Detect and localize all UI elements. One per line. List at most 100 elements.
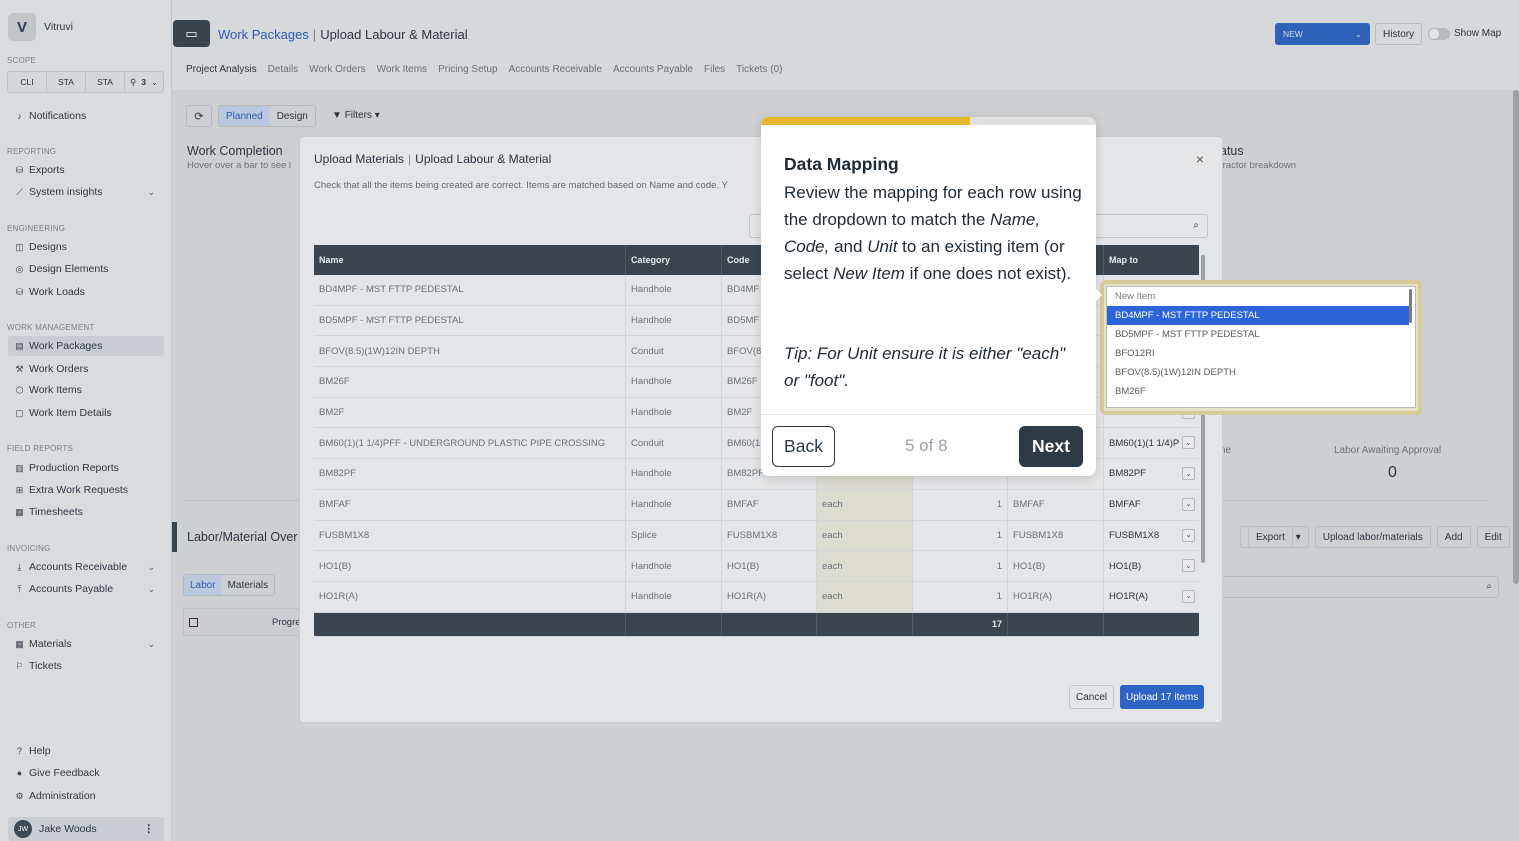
sidebar-item-system-insights[interactable]: ⟋ System insights ⌄ (15, 182, 163, 202)
modal-search-input[interactable]: ⌕ (1096, 214, 1208, 238)
sidebar-item-work-items[interactable]: ⬡ Work Items (15, 380, 163, 400)
history-button[interactable]: History (1375, 23, 1423, 45)
sidebar-item-help[interactable]: ? Help (15, 741, 163, 761)
cell-map-code: HO1(B) (1008, 551, 1104, 581)
sidebar-item-designs[interactable]: ◫ Designs (15, 237, 163, 257)
filters-button[interactable]: ▼ Filters ▾ (332, 110, 380, 121)
sidebar-item-work-loads[interactable]: ⛁ Work Loads (15, 282, 163, 302)
cell-category: Handhole (626, 581, 722, 612)
sidebar-item-notifications[interactable]: ♪ Notifications (15, 106, 163, 126)
sidebar-item-work-orders[interactable]: ⚒ Work Orders (15, 359, 163, 379)
tab-work-orders[interactable]: Work Orders (309, 64, 366, 75)
upload-labor-materials-button[interactable]: Upload labor/materials (1314, 526, 1431, 548)
scope-cli[interactable]: CLI (8, 72, 47, 92)
sidebar-item-label: Accounts Receivable (29, 561, 128, 573)
user-menu[interactable]: JW Jake Woods ⋮ (8, 817, 164, 841)
tab-accounts-payable[interactable]: Accounts Payable (613, 64, 693, 75)
chevron-down-icon[interactable]: ⌄ (1182, 467, 1195, 481)
cell-map-to[interactable]: FUSBM1X8 ⌄ (1104, 521, 1199, 551)
sidebar-item-accounts-payable[interactable]: ⤒ Accounts Payable ⌄ (15, 579, 163, 599)
section-other: OTHER (7, 621, 36, 630)
modal-title: Upload Materials | Upload Labour & Materia… (314, 152, 551, 166)
chevron-down-icon[interactable]: ⌄ (1182, 528, 1195, 542)
dropdown-option[interactable]: BFOV(8.5)(1W)12IN DEPTH (1107, 363, 1415, 382)
new-button[interactable]: NEW ⌄ (1275, 23, 1370, 45)
sidebar-item-work-packages[interactable]: ▤ Work Packages (8, 336, 164, 356)
cell-category: Splice (626, 520, 722, 551)
sidebar-item-design-elements[interactable]: ◎ Design Elements (15, 259, 163, 279)
dropdown-option[interactable]: BD4MPF - MST FTTP PEDESTAL (1107, 306, 1409, 325)
sidebar-item-administration[interactable]: ⚙ Administration (15, 786, 163, 806)
upload-items-button[interactable]: Upload 17 items (1120, 685, 1205, 709)
cancel-button[interactable]: Cancel (1069, 685, 1115, 709)
dropdown-option[interactable]: New Item (1107, 287, 1415, 306)
labor-material-actions: Export ▾ Upload labor/materials Add Edit (1240, 526, 1510, 548)
sidebar-item-tickets[interactable]: ⚐ Tickets (15, 656, 163, 676)
cell-map-to[interactable]: BMFAF ⌄ (1104, 490, 1199, 520)
dropdown-scrollbar[interactable] (1409, 289, 1412, 323)
app-brand[interactable]: V Vitruvi (8, 13, 73, 41)
select-all-checkbox[interactable] (189, 618, 198, 627)
modal-filter-input-edge[interactable] (749, 214, 761, 238)
materials-tab[interactable]: Materials (222, 575, 275, 595)
cell-map-to[interactable]: BM82PF ⌄ (1104, 459, 1199, 489)
cell-unit: each (817, 489, 913, 520)
page-scrollbar[interactable] (1513, 90, 1519, 584)
sidebar-item-extra-work-requests[interactable]: ⊞ Extra Work Requests (15, 480, 163, 500)
more-vertical-icon[interactable]: ⋮ (144, 823, 155, 835)
breadcrumb-work-packages[interactable]: Work Packages (218, 27, 309, 42)
tab-details[interactable]: Details (268, 64, 299, 75)
add-button[interactable]: Add (1436, 526, 1471, 548)
cell-quantity-text: 1 (996, 499, 1002, 511)
sidebar-item-exports[interactable]: ⛁ Exports (15, 160, 163, 180)
design-button[interactable]: Design (270, 106, 315, 126)
chevron-down-icon[interactable]: ⌄ (1182, 589, 1195, 603)
cell-name: HO1(B) (314, 551, 626, 581)
labor-search-input[interactable]: ⌕ (1222, 576, 1499, 598)
tour-next-button[interactable]: Next (1019, 426, 1083, 467)
planned-button[interactable]: Planned (219, 106, 270, 126)
cell-code-text: BM60(1 (727, 437, 761, 449)
map-to-dropdown-list[interactable]: New Item BD4MPF - MST FTTP PEDESTAL BD5MPF… (1106, 286, 1416, 408)
scope-selector[interactable]: CLI STA STA ⚲ 3 ⌄ (7, 71, 164, 93)
sidebar-item-accounts-receivable[interactable]: ⤓ Accounts Receivable ⌄ (15, 557, 163, 577)
column-map-to[interactable]: Map to (1104, 245, 1199, 275)
column-category[interactable]: Category (626, 245, 722, 275)
column-name[interactable]: Name (314, 245, 626, 275)
sidebar-item-materials[interactable]: ▦ Materials ⌄ (15, 634, 163, 654)
sidebar-item-production-reports[interactable]: ▥ Production Reports (15, 458, 163, 478)
dropdown-option[interactable]: BFO12RI (1107, 344, 1415, 363)
cell-map-to[interactable]: BM60(1)(1 1/4)P ⌄ (1104, 428, 1199, 458)
tab-accounts-receivable[interactable]: Accounts Receivable (509, 64, 602, 75)
refresh-button[interactable]: ⟳ (186, 105, 212, 127)
cell-map-to[interactable]: HO1R(A) ⌄ (1104, 582, 1199, 612)
dropdown-option[interactable]: BM26F (1107, 382, 1415, 401)
edit-button[interactable]: Edit (1476, 526, 1510, 548)
tab-pricing-setup[interactable]: Pricing Setup (438, 64, 497, 75)
export-button[interactable]: Export ▾ (1240, 526, 1309, 548)
chevron-down-icon[interactable]: ⌄ (1182, 497, 1195, 511)
scope-sta-2[interactable]: STA (86, 72, 125, 92)
tab-project-analysis[interactable]: Project Analysis (186, 64, 257, 75)
sidebar-item-work-item-details[interactable]: ▢ Work Item Details (15, 403, 163, 423)
chevron-down-icon[interactable]: ⌄ (1182, 436, 1195, 450)
dropdown-option[interactable]: BD5MPF - MST FTTP PEDESTAL (1107, 325, 1415, 344)
scope-location[interactable]: ⚲ 3 ⌄ (125, 72, 163, 92)
tab-tickets[interactable]: Tickets (0) (736, 64, 782, 75)
chevron-down-icon[interactable]: ⌄ (1182, 559, 1195, 573)
labor-tab[interactable]: Labor (184, 575, 222, 595)
tour-back-button[interactable]: Back (772, 426, 835, 467)
calendar-icon: ▦ (15, 506, 24, 517)
show-map-toggle[interactable] (1428, 28, 1450, 40)
cell-category-text: Handhole (631, 468, 672, 480)
cell-map-to[interactable]: HO1(B) ⌄ (1104, 551, 1199, 581)
tab-files[interactable]: Files (704, 64, 725, 75)
tab-work-items[interactable]: Work Items (377, 64, 427, 75)
sidebar-item-give-feedback[interactable]: ● Give Feedback (15, 763, 163, 783)
cell-name-text: BFOV(8.5)(1W)12IN DEPTH (319, 345, 440, 357)
sidebar-item-timesheets[interactable]: ▦ Timesheets (15, 502, 163, 522)
export-icon: ⛁ (15, 164, 24, 175)
close-icon[interactable]: × (1196, 151, 1204, 167)
scope-sta-1[interactable]: STA (47, 72, 86, 92)
footer-cell (1104, 613, 1199, 636)
